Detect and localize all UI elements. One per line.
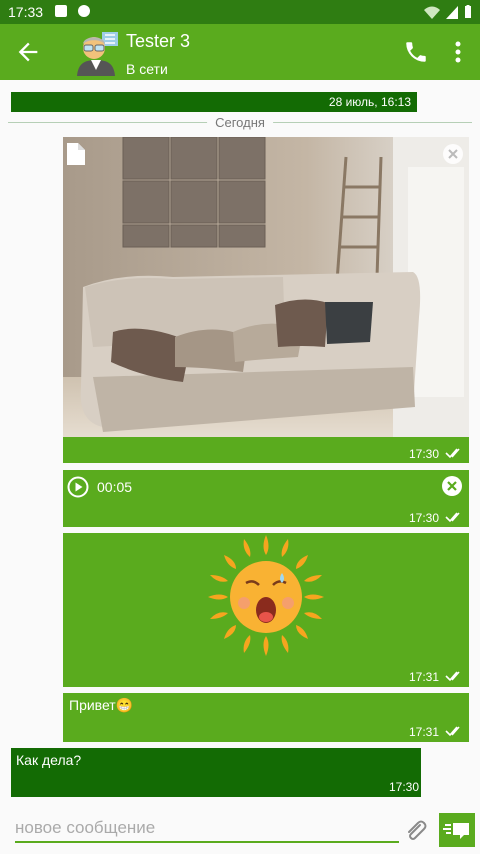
status-icons	[424, 5, 472, 19]
double-check-icon	[445, 671, 460, 682]
message-input[interactable]	[15, 815, 399, 843]
status-bar: 17:33	[0, 0, 480, 24]
message-time: 17:30	[408, 511, 439, 525]
file-icon	[67, 143, 85, 165]
close-icon[interactable]	[442, 476, 462, 496]
date-divider: Сегодня	[8, 114, 472, 130]
sticker-message[interactable]: 17:31	[63, 533, 469, 687]
sun-sticker	[208, 535, 324, 656]
send-icon	[443, 823, 469, 839]
double-check-icon	[445, 726, 460, 737]
photo-message[interactable]: 17:30	[63, 137, 469, 463]
phone-icon[interactable]	[403, 39, 429, 65]
attach-icon[interactable]	[403, 819, 427, 841]
signal-icon	[446, 5, 458, 19]
divider-label: Сегодня	[207, 115, 273, 130]
avatar[interactable]	[72, 30, 120, 76]
wifi-icon	[424, 6, 440, 19]
message-text: Как дела?	[16, 752, 82, 768]
play-icon[interactable]	[67, 476, 89, 498]
incoming-message[interactable]: Как дела? 17:30	[11, 748, 421, 797]
date-banner: 28 июль, 16:13	[11, 92, 417, 112]
battery-icon	[465, 5, 471, 18]
send-button[interactable]	[439, 813, 475, 847]
message-time: 17:31	[408, 670, 439, 684]
app-bar: Tester 3 В сети	[0, 24, 480, 80]
app-notification-icon	[78, 5, 90, 17]
message-time: 17:30	[408, 447, 439, 461]
photo-image[interactable]	[63, 137, 469, 437]
back-arrow-icon[interactable]	[14, 38, 42, 66]
close-icon[interactable]	[443, 144, 463, 164]
composer	[0, 808, 480, 854]
audio-message[interactable]: 00:05 17:30	[63, 470, 469, 527]
status-time: 17:33	[8, 4, 44, 20]
message-text: Привет😁	[69, 697, 134, 713]
message-time: 17:30	[388, 780, 419, 794]
more-vert-icon[interactable]	[448, 39, 468, 65]
double-check-icon	[445, 512, 460, 523]
contact-status: В сети	[126, 61, 168, 77]
text-message[interactable]: Привет😁 17:31	[63, 693, 469, 742]
contact-name: Tester 3	[126, 31, 191, 51]
notification-icon	[55, 5, 67, 17]
audio-duration: 00:05	[97, 479, 133, 495]
double-check-icon	[445, 448, 460, 459]
message-time: 17:31	[408, 725, 439, 739]
